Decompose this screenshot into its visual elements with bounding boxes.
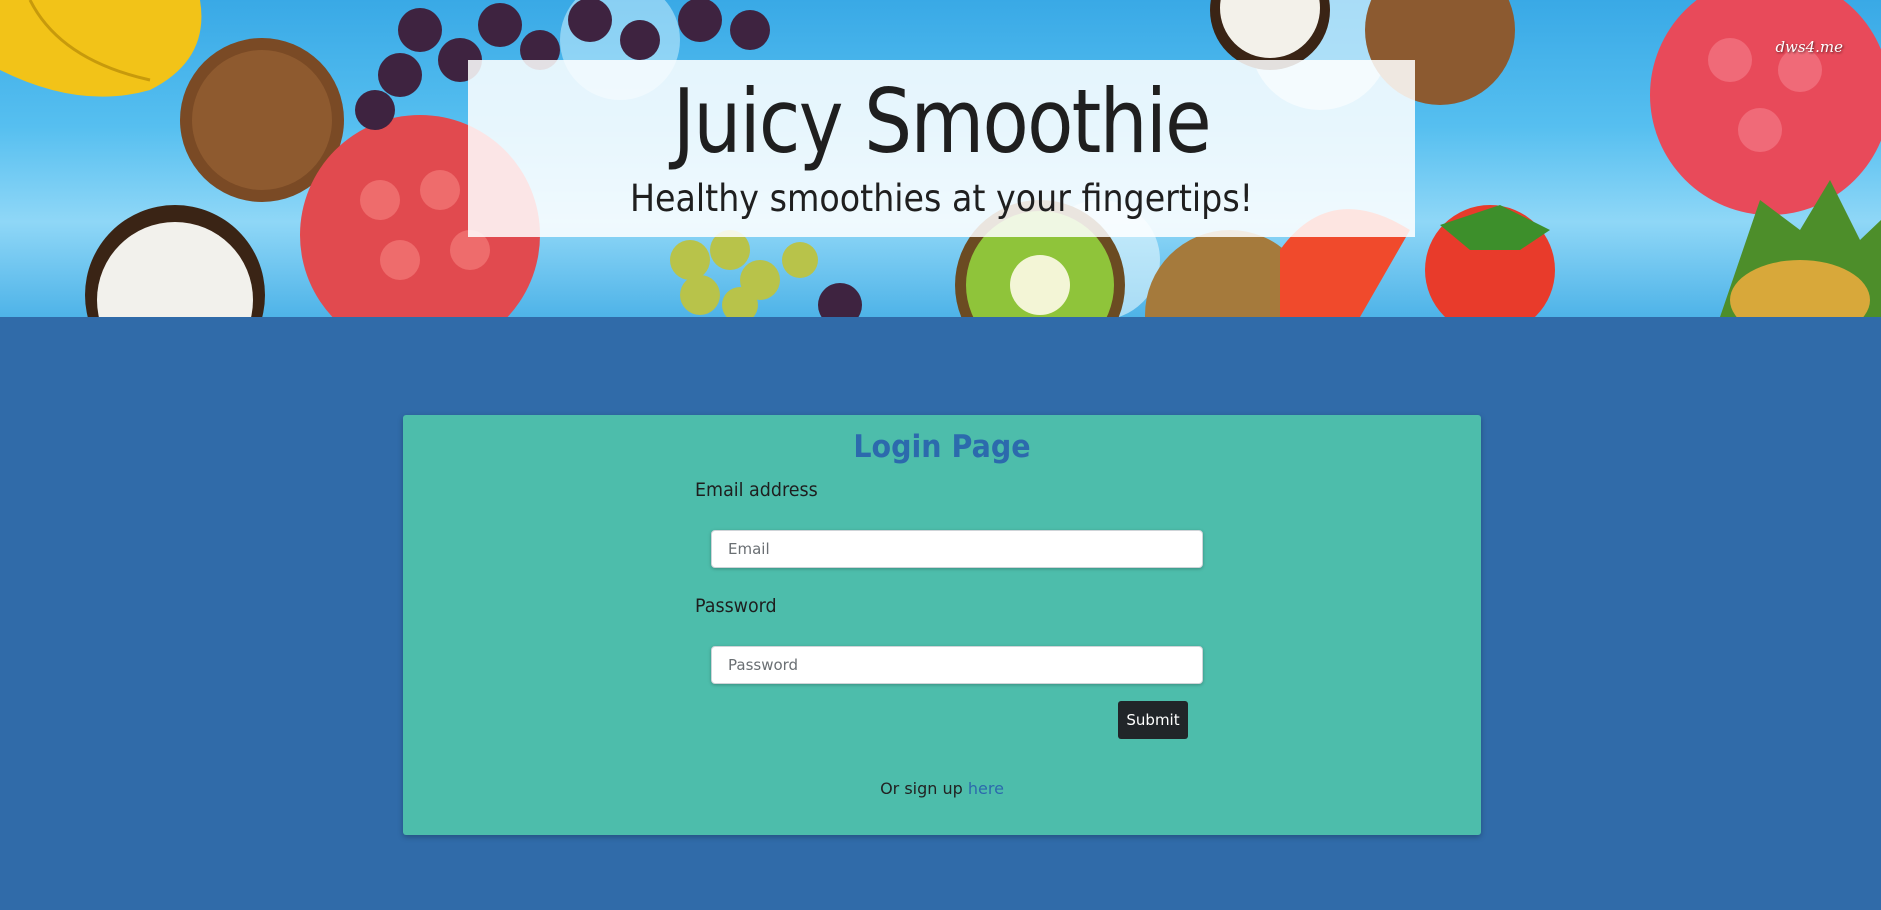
watermark-text: dws4.me	[1775, 38, 1843, 56]
email-label: Email address	[695, 479, 818, 501]
site-subtitle: Healthy smoothies at your fingertips!	[629, 177, 1254, 220]
signup-prefix-text: Or sign up	[880, 779, 963, 798]
title-box: Juicy Smoothie Healthy smoothies at your…	[468, 60, 1415, 237]
signup-prompt: Or sign up here	[403, 779, 1481, 798]
login-card: Login Page Email address Password Submit…	[403, 415, 1481, 835]
hero-banner: dws4.me Juicy Smoothie Healthy smoothies…	[0, 0, 1881, 317]
login-heading: Login Page	[853, 429, 1031, 465]
password-field[interactable]	[711, 646, 1203, 684]
submit-button[interactable]: Submit	[1118, 701, 1188, 739]
email-field[interactable]	[711, 530, 1203, 568]
password-label: Password	[695, 595, 777, 617]
site-title: Juicy Smoothie	[672, 70, 1212, 173]
signup-link[interactable]: here	[968, 779, 1004, 798]
